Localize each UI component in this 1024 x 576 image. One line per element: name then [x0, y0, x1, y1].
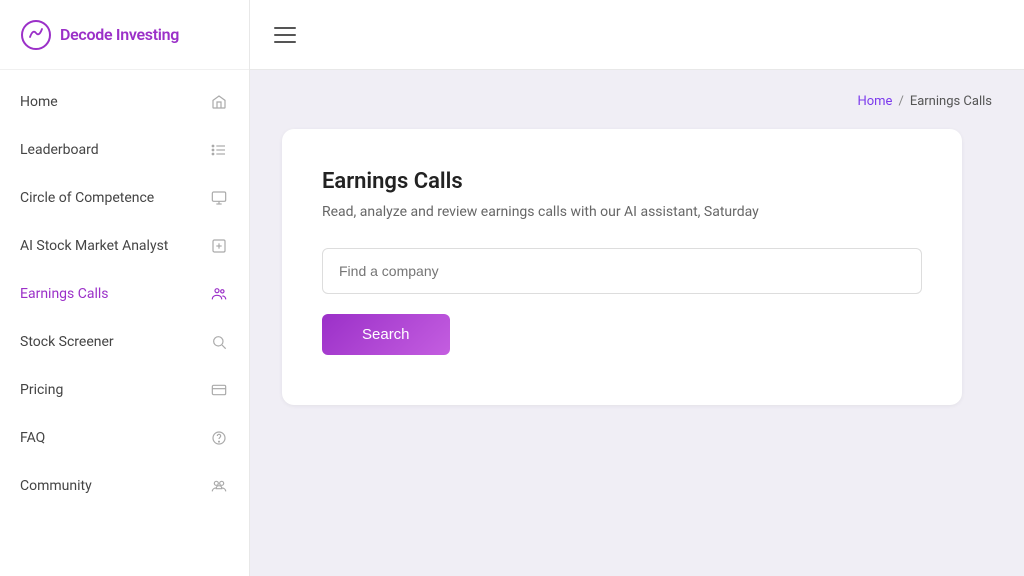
sidebar-item-home[interactable]: Home: [0, 78, 249, 126]
plus-box-icon: [209, 236, 229, 256]
content-area: Home / Earnings Calls Earnings Calls Rea…: [250, 70, 1024, 576]
list-icon: [209, 140, 229, 160]
sidebar: Decode Investing Home Leaderboard Circl: [0, 0, 250, 576]
sidebar-item-faq[interactable]: FAQ: [0, 414, 249, 462]
hamburger-button[interactable]: [274, 27, 296, 43]
sidebar-item-earnings-calls[interactable]: Earnings Calls: [0, 270, 249, 318]
sidebar-item-ai-stock-analyst[interactable]: AI Stock Market Analyst: [0, 222, 249, 270]
sidebar-item-circle-of-competence[interactable]: Circle of Competence: [0, 174, 249, 222]
sidebar-item-pricing[interactable]: Pricing: [0, 366, 249, 414]
logo-icon: [20, 19, 52, 51]
sidebar-item-community[interactable]: Community: [0, 462, 249, 510]
breadcrumb-home-link[interactable]: Home: [857, 94, 892, 109]
search-button[interactable]: Search: [322, 314, 450, 355]
home-icon: [209, 92, 229, 112]
sidebar-item-stock-screener[interactable]: Stock Screener: [0, 318, 249, 366]
breadcrumb: Home / Earnings Calls: [282, 94, 992, 109]
breadcrumb-separator: /: [898, 94, 903, 109]
company-search-input[interactable]: [322, 248, 922, 294]
logo: Decode Investing: [0, 0, 249, 70]
card-icon: [209, 380, 229, 400]
earnings-calls-card: Earnings Calls Read, analyze and review …: [282, 129, 962, 405]
monitor-icon: [209, 188, 229, 208]
breadcrumb-current: Earnings Calls: [910, 94, 992, 109]
main-content: Home / Earnings Calls Earnings Calls Rea…: [250, 0, 1024, 576]
community-icon: [209, 476, 229, 496]
topbar: [250, 0, 1024, 70]
question-icon: [209, 428, 229, 448]
sidebar-nav: Home Leaderboard Circle of Competence: [0, 70, 249, 576]
card-title: Earnings Calls: [322, 169, 922, 194]
people-icon: [209, 284, 229, 304]
sidebar-item-leaderboard[interactable]: Leaderboard: [0, 126, 249, 174]
logo-text: Decode Investing: [60, 25, 179, 44]
card-subtitle: Read, analyze and review earnings calls …: [322, 204, 922, 220]
search-icon: [209, 332, 229, 352]
